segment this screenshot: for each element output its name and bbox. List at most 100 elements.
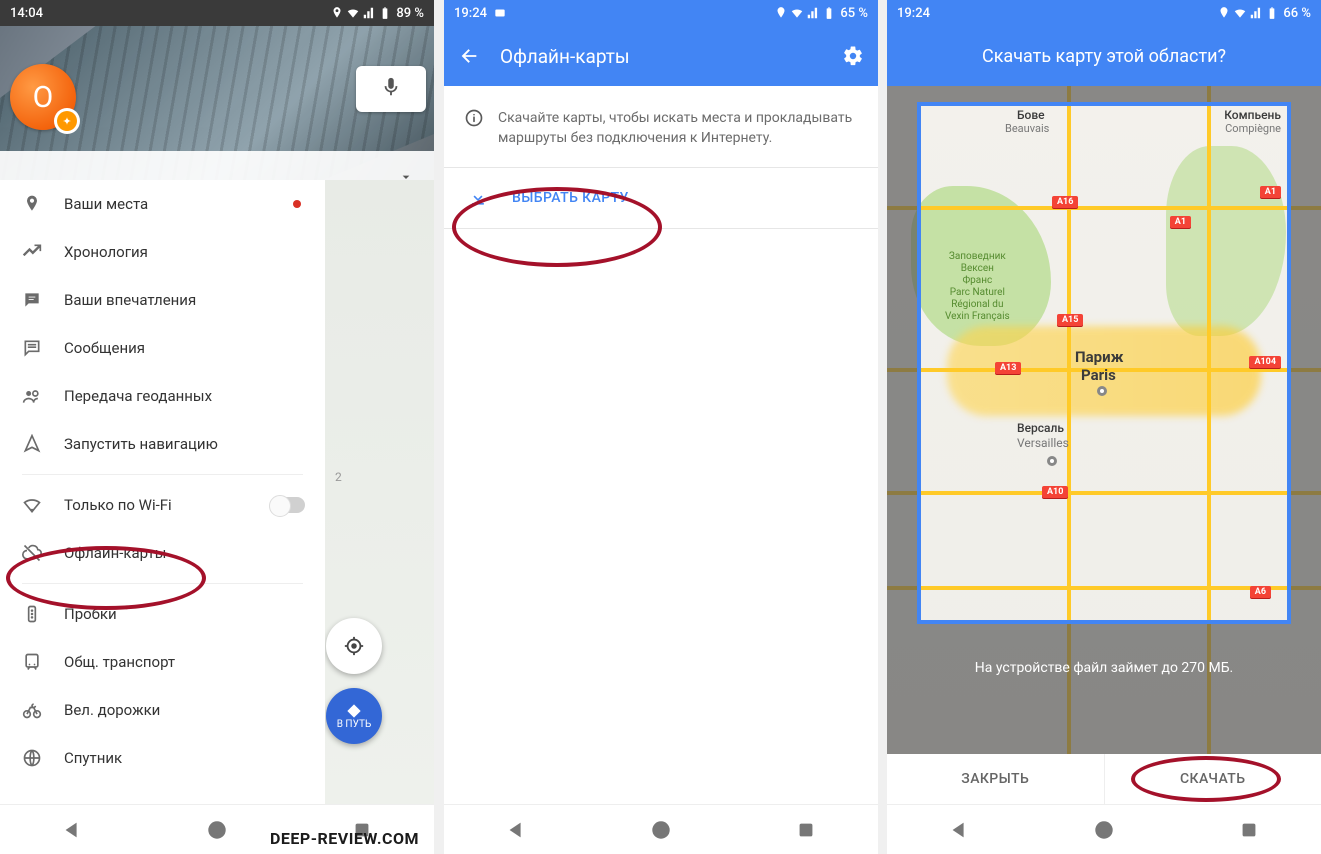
menu-location-sharing[interactable]: Передача геоданных [0,372,325,420]
nav-back-icon[interactable] [61,819,83,841]
wifi-icon [790,6,804,20]
select-map-label: ВЫБРАТЬ КАРТУ [512,190,629,206]
location-icon [1217,6,1231,20]
menu-label: Ваши впечатления [64,291,196,309]
map-background[interactable]: В ПУТЬ 2 [325,180,434,804]
android-navbar [444,804,878,854]
gear-icon[interactable] [842,45,864,67]
drawer-header: О [0,26,434,206]
review-icon [22,290,42,310]
timeline-icon [22,242,42,262]
menu-your-places[interactable]: Ваши места [0,180,325,228]
local-guide-badge [54,108,80,134]
menu-contributions[interactable]: Ваши впечатления [0,276,325,324]
avatar-letter: О [33,80,54,115]
signal-icon [806,6,820,20]
nav-recent-icon[interactable] [1238,819,1260,841]
menu-label: Общ. транспорт [64,653,175,671]
location-icon [330,6,344,20]
menu-start-driving[interactable]: Запустить навигацию [0,420,325,468]
selection-rectangle[interactable] [917,102,1291,624]
wifi-only-toggle[interactable] [271,497,305,513]
map-road-label: 2 [335,470,342,484]
directions-fab-label: В ПУТЬ [337,719,372,730]
map-selection-area[interactable]: Заповедник Вексен Франс Parc Naturel Rég… [887,86,1321,754]
battery-icon [378,6,392,20]
pin-icon [22,194,42,214]
download-icon [468,188,488,208]
status-time: 19:24 [454,6,487,21]
menu-cycling[interactable]: Вел. дорожки [0,686,325,734]
menu-timeline[interactable]: Хронология [0,228,325,276]
download-button[interactable]: СКАЧАТЬ [1104,754,1321,804]
status-bar: 19:24 65 % [444,0,878,26]
screenshot-3: 19:24 66 % Скачать карту этой области? З… [887,0,1321,854]
menu-label: Спутник [64,749,122,767]
status-icons [1217,6,1279,20]
directions-fab[interactable]: В ПУТЬ [326,688,382,744]
cloud-off-icon [22,543,42,563]
signal-icon [362,6,376,20]
menu-label: Только по Wi-Fi [64,496,172,514]
status-icons [330,6,392,20]
satellite-icon [22,748,42,768]
mask [887,102,917,754]
traffic-icon [22,604,42,624]
info-text: Скачайте карты, чтобы искать места и про… [498,108,858,149]
wifi-icon [1233,6,1247,20]
share-location-icon [22,386,42,406]
dialog-title-bar: Скачать карту этой области? [887,26,1321,86]
android-navbar [887,804,1321,854]
bike-icon [22,700,42,720]
signal-icon [1249,6,1263,20]
battery-pct: 66 % [1283,6,1311,21]
mic-icon[interactable] [380,76,402,102]
notification-dot [293,200,301,208]
menu-traffic[interactable]: Пробки [0,590,325,638]
mask [917,624,1291,754]
screenshot-2: 19:24 65 % Офлайн-карты Скачайте карты, … [444,0,878,854]
status-time: 19:24 [897,6,930,21]
menu-offline-maps[interactable]: Офлайн-карты [0,529,325,577]
menu-wifi-only[interactable]: Только по Wi-Fi [0,481,325,529]
menu-label: Ваши места [64,195,148,213]
navigation-drawer: Ваши места Хронология Ваши впечатления С… [0,180,325,804]
page-title: Офлайн-карты [500,45,630,68]
menu-label: Пробки [64,605,117,623]
select-map-button[interactable]: ВЫБРАТЬ КАРТУ [444,168,878,228]
status-bar: 19:24 66 % [887,0,1321,26]
watermark: deep-review.com [270,829,419,848]
map-canvas[interactable]: Заповедник Вексен Франс Parc Naturel Rég… [887,86,1321,754]
battery-icon [822,6,836,20]
menu-label: Офлайн-карты [64,544,166,562]
back-arrow-icon[interactable] [458,45,480,67]
storage-info: На устройстве файл займет до 270 МБ. [887,660,1321,676]
nav-recent-icon[interactable] [795,819,817,841]
nav-home-icon[interactable] [206,819,228,841]
screenshot-icon [493,6,507,20]
menu-label: Хронология [64,243,148,261]
nav-back-icon[interactable] [505,819,527,841]
nav-home-icon[interactable] [650,819,672,841]
dialog-actions: ЗАКРЫТЬ СКАЧАТЬ [887,754,1321,804]
wifi-icon [346,6,360,20]
nav-home-icon[interactable] [1093,819,1115,841]
nav-back-icon[interactable] [948,819,970,841]
battery-pct: 89 % [396,6,424,21]
menu-satellite[interactable]: Спутник [0,734,325,782]
my-location-fab[interactable] [326,618,382,674]
info-icon [464,108,484,128]
menu-label: Передача геоданных [64,387,212,405]
close-button[interactable]: ЗАКРЫТЬ [887,754,1104,804]
menu-transit[interactable]: Общ. транспорт [0,638,325,686]
battery-icon [1265,6,1279,20]
transit-icon [22,652,42,672]
search-pill[interactable] [356,66,426,112]
account-avatar[interactable]: О [10,64,76,130]
info-banner: Скачайте карты, чтобы искать места и про… [444,86,878,167]
app-bar: Офлайн-карты [444,26,878,86]
dialog-title: Скачать карту этой области? [982,46,1226,67]
menu-label: Вел. дорожки [64,701,160,719]
menu-messages[interactable]: Сообщения [0,324,325,372]
status-bar: 14:04 89 % [0,0,434,26]
